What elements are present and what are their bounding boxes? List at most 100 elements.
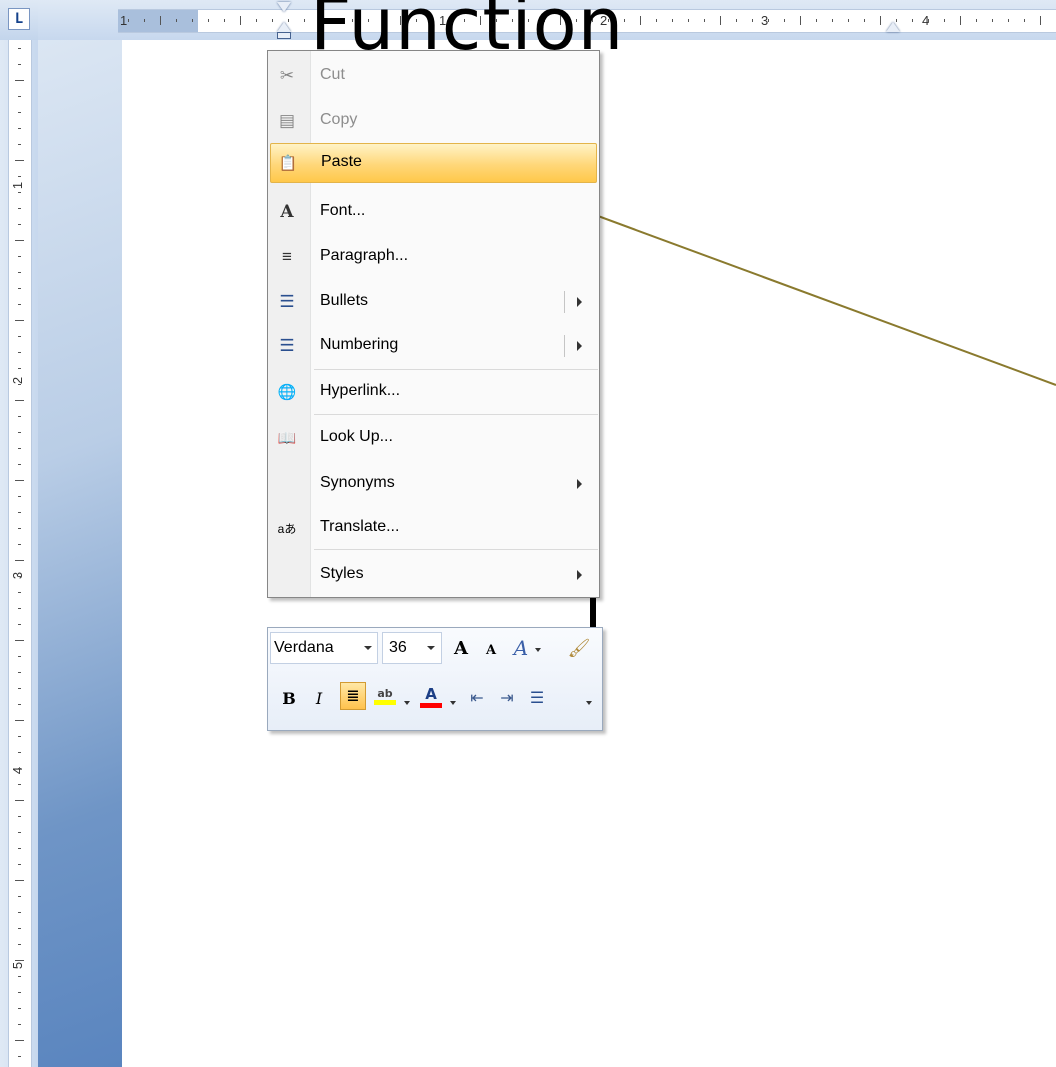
hanging-indent-marker[interactable]: [277, 22, 291, 32]
bullets-icon: ☰: [529, 690, 545, 707]
menu-item-numbering[interactable]: ☰ Numbering: [270, 327, 597, 365]
submenu-arrow-icon: [577, 479, 582, 489]
ruler-tick: [784, 19, 785, 22]
menu-item-label: Look Up...: [320, 428, 393, 445]
bullets-button[interactable]: ☰: [524, 684, 550, 712]
shrink-font-icon: A: [485, 642, 497, 658]
chevron-down-icon[interactable]: [586, 701, 592, 705]
italic-button[interactable]: I: [306, 684, 332, 712]
first-line-indent-marker[interactable]: [277, 2, 291, 12]
bold-button[interactable]: B: [276, 684, 302, 712]
chevron-down-icon: [427, 646, 435, 650]
font-color-button[interactable]: A: [418, 682, 444, 710]
ruler-tick: [18, 464, 21, 465]
ruler-tick: [15, 800, 24, 801]
styles-button[interactable]: A: [508, 634, 534, 662]
submenu-splitter: [564, 291, 565, 313]
ruler-tick: [18, 64, 21, 65]
ruler-tick: [15, 320, 24, 321]
menu-item-synonyms[interactable]: Synonyms: [270, 465, 597, 503]
ruler-tick: [800, 16, 801, 25]
ruler-number: 1: [10, 181, 26, 190]
increase-indent-button[interactable]: ⇥: [494, 684, 520, 712]
font-color-swatch: [420, 702, 442, 708]
format-painter-icon: 🖌: [567, 637, 591, 658]
ruler-tick: [15, 960, 24, 961]
menu-item-hyperlink[interactable]: 🌐 Hyperlink...: [270, 373, 597, 411]
shrink-font-button[interactable]: A: [478, 636, 504, 664]
scissors-icon: ✂: [279, 66, 295, 85]
grow-font-button[interactable]: A: [448, 634, 474, 662]
ruler-tick: [15, 640, 24, 641]
font-color-icon: A: [425, 684, 437, 703]
chevron-down-icon[interactable]: [404, 701, 410, 705]
ruler-tick: [18, 576, 21, 577]
ruler-tick: [18, 928, 21, 929]
menu-item-look-up[interactable]: 📖 Look Up...: [270, 419, 597, 457]
ruler-tick: [18, 336, 21, 337]
ruler-tick: [18, 96, 21, 97]
font-size-value: 36: [389, 639, 407, 656]
increase-indent-icon: ⇥: [500, 690, 514, 707]
tab-selector-button[interactable]: L: [8, 8, 30, 30]
italic-icon: I: [315, 688, 323, 708]
right-indent-marker[interactable]: [886, 22, 900, 32]
menu-item-paragraph[interactable]: ≡ Paragraph...: [270, 238, 597, 276]
menu-item-font[interactable]: A Font...: [270, 193, 597, 231]
decrease-indent-button[interactable]: ⇤: [464, 684, 490, 712]
menu-item-bullets[interactable]: ☰ Bullets: [270, 283, 597, 321]
menu-item-label: Font...: [320, 202, 366, 219]
ruler-tick: [18, 848, 21, 849]
menu-item-label: Hyperlink...: [320, 382, 401, 399]
menu-item-label: Numbering: [320, 336, 399, 353]
menu-separator: [314, 549, 598, 550]
ruler-tick: [192, 19, 193, 22]
paste-icon: 📋: [278, 155, 298, 172]
styles-icon: A: [513, 636, 529, 660]
ruler-tick: [18, 816, 21, 817]
ruler-tick: [18, 752, 21, 753]
ruler-tick: [15, 400, 24, 401]
menu-item-label: Paste: [321, 153, 362, 170]
vertical-ruler-strip: 1 2 3 4 5: [8, 40, 32, 1067]
center-align-button[interactable]: ≣: [340, 682, 366, 710]
ruler-tick: [752, 19, 753, 22]
ruler-tick: [976, 19, 977, 22]
ruler-tick: [18, 624, 21, 625]
ruler-tick: [18, 48, 21, 49]
font-size-dropdown[interactable]: 36: [382, 632, 442, 664]
submenu-arrow-icon[interactable]: [577, 297, 582, 307]
menu-item-cut[interactable]: ✂ Cut: [270, 57, 597, 95]
highlight-color-swatch: [374, 700, 396, 705]
ruler-tick: [18, 224, 21, 225]
submenu-arrow-icon[interactable]: [577, 341, 582, 351]
left-indent-marker[interactable]: [277, 32, 291, 39]
menu-item-label: Paragraph...: [320, 247, 409, 264]
ruler-tick: [18, 112, 21, 113]
ruler-tick: [304, 19, 305, 22]
ruler-tick: [256, 19, 257, 22]
ruler-tick: [18, 448, 21, 449]
menu-item-copy[interactable]: ▤ Copy: [270, 102, 597, 140]
submenu-arrow-icon: [577, 570, 582, 580]
menu-item-paste[interactable]: 📋 Paste: [270, 143, 597, 183]
chevron-down-icon[interactable]: [450, 701, 456, 705]
ruler-tick: [18, 144, 21, 145]
ruler-tick: [18, 304, 21, 305]
ruler-tick: [1024, 19, 1025, 22]
ruler-tick: [880, 16, 881, 25]
font-name-dropdown[interactable]: Verdana: [270, 632, 378, 664]
chevron-down-icon[interactable]: [535, 648, 541, 652]
decrease-indent-icon: ⇤: [470, 690, 484, 707]
vertical-ruler[interactable]: 1 2 3 4 5: [0, 40, 39, 1067]
ruler-tick: [18, 736, 21, 737]
ruler-tick: [18, 192, 21, 193]
ruler-tick: [144, 19, 145, 22]
ruler-tick: [736, 19, 737, 22]
menu-item-translate[interactable]: aあ Translate...: [270, 509, 597, 547]
ruler-tick: [768, 19, 769, 22]
menu-item-styles[interactable]: Styles: [270, 556, 597, 594]
format-painter-button[interactable]: 🖌: [566, 634, 592, 662]
ruler-tick: [640, 16, 641, 25]
highlight-button[interactable]: ab: [372, 682, 398, 710]
